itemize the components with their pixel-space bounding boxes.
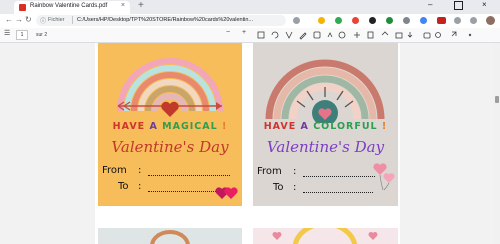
address-separator [72,16,73,24]
to-colon: : [293,182,297,193]
heart-balloons [373,163,395,191]
headline-word-2: A [149,121,163,132]
extension-icon-2[interactable] [335,17,342,24]
hearts-decoration [215,187,238,199]
tab-close-button[interactable]: × [121,2,125,9]
to-line [148,190,218,192]
to-label: To [118,181,129,192]
page-number-input[interactable]: 1 [16,30,28,40]
rotate-icon [271,31,279,39]
headline-word-3: COLORFUL [313,121,378,132]
settings-icon [435,32,441,38]
heart-icon [161,101,179,117]
balloon-heart-icon [373,163,387,175]
page-count: sur 2 [36,32,48,38]
maximize-button[interactable] [454,1,463,10]
heart-small-icon-2 [224,187,238,199]
heart-icon-2 [368,232,378,240]
headline-word-1: HAVE [112,121,150,132]
headline-word-3: MAGICAL [162,121,218,132]
headline-word-4: ! [377,121,388,132]
highlight-icon [299,32,307,40]
card-script-title: Valentine's Day [266,138,385,156]
save-icon [423,32,431,39]
new-tab-button[interactable]: + [138,0,144,11]
download-icon [407,32,413,38]
browser-tab[interactable]: Rainbow Valentine Cards.pdf × [14,1,130,14]
card-headline: HAVE A COLORFUL ! [253,121,398,132]
erase-icon [338,31,346,39]
ai-icon [367,31,374,39]
card-script-title: Valentine's Day [111,138,229,156]
rainbow-illustration [272,228,378,244]
add-icon [354,32,360,38]
to-label: To [273,182,284,193]
print-icon [395,32,403,39]
close-window-button[interactable]: × [482,0,487,9]
extension-icon-5[interactable] [386,17,393,24]
from-label: From [102,165,127,176]
from-colon: : [293,166,297,177]
reload-button[interactable]: ↻ [25,15,32,24]
headline-word-2: A [300,121,314,132]
rainbow-arc [292,228,358,244]
rainbow-illustration [150,230,190,244]
zoom-icon[interactable] [293,17,300,24]
extension-icon-3[interactable] [352,17,359,24]
valentine-card-3 [98,228,242,244]
site-info-icon[interactable]: ⓘ [40,16,46,25]
to-colon: : [138,181,142,192]
address-scheme: Fichier [48,17,65,23]
add-text-icon [313,31,321,39]
balloon-heart-icon-2 [383,173,395,183]
from-colon: : [138,165,142,176]
more-icon [468,33,472,37]
profile-avatar[interactable] [486,16,495,25]
zoom-in-button[interactable]: + [242,29,246,36]
fullscreen-icon [451,31,457,37]
extension-icon-6[interactable] [403,17,410,24]
minimize-button[interactable]: – [428,0,432,9]
pdf-file-icon [19,4,26,11]
rainbow-illustration [117,58,223,117]
pdf-tool-icons [257,31,472,40]
bookmarks-icon[interactable] [470,17,477,24]
valentine-card-colorful: HAVE A COLORFUL ! Valentine's Day From :… [253,43,398,206]
extension-icon-1[interactable] [318,17,325,24]
extension-icon-4[interactable] [369,17,376,24]
draw-icon [285,31,293,39]
headline-word-4: ! [217,121,228,132]
extensions-puzzle-icon[interactable] [454,17,461,24]
rainbow-illustration [265,59,385,123]
read-aloud-icon [381,31,389,36]
heart-icon [272,232,282,240]
back-button[interactable]: ← [5,15,13,24]
address-bar[interactable]: ⓘ Fichier C:/Users/HP/Desktop/TPT%20STOR… [36,15,286,26]
scrollbar-thumb[interactable] [495,96,499,103]
valentine-card-magical: HAVE A MAGICAL ! Valentine's Day From : … [98,43,242,206]
forward-button[interactable]: → [15,15,23,24]
outline-menu-button[interactable]: ☰ [4,29,10,37]
address-url: C:/Users/HP/Desktop/TPT%20STORE/Rainbow%… [77,17,253,23]
from-line [303,175,375,177]
extension-icon-8[interactable] [437,17,446,24]
extension-icon-7[interactable] [420,17,427,24]
from-label: From [257,166,282,177]
card-headline: HAVE A MAGICAL ! [98,121,242,132]
valentine-card-4 [253,228,398,244]
pen-icon [327,32,333,38]
zoom-out-button[interactable]: − [226,29,230,36]
vertical-scrollbar[interactable] [494,43,500,244]
headline-word-1: HAVE [263,121,301,132]
tab-title: Rainbow Valentine Cards.pdf [30,3,108,9]
from-line [148,174,230,176]
to-line [303,191,373,193]
fit-page-icon [257,31,265,39]
